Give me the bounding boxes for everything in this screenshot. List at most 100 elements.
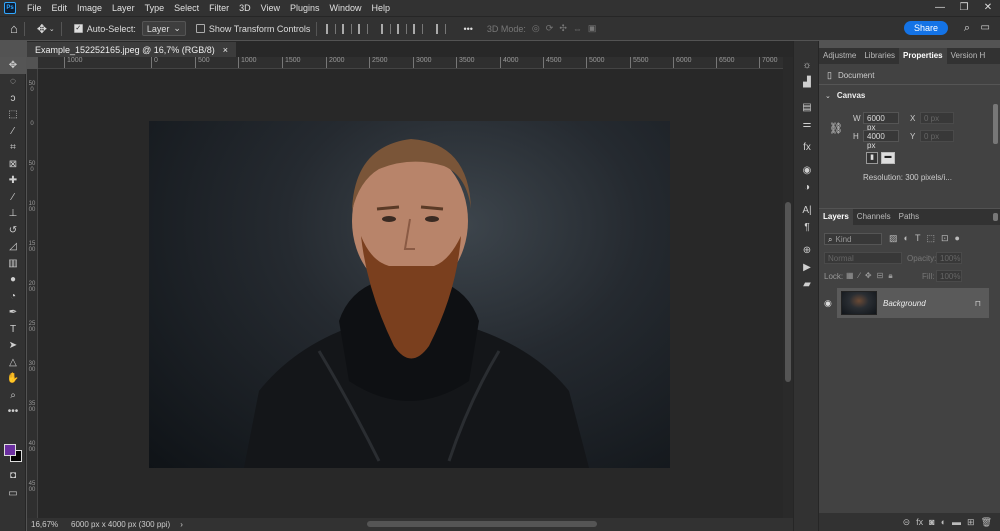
- home-icon[interactable]: ⌂: [10, 21, 18, 36]
- show-transform-checkbox[interactable]: Show Transform Controls: [195, 24, 310, 34]
- status-arrow-icon[interactable]: ›: [180, 520, 183, 529]
- actions-icon[interactable]: ◑: [794, 179, 820, 196]
- brush-settings-icon[interactable]: ▤: [794, 99, 820, 116]
- fx-icon[interactable]: fx: [794, 139, 820, 156]
- stamp-tool-icon[interactable]: ⊥: [0, 206, 26, 223]
- tab-layers[interactable]: Layers: [819, 209, 853, 225]
- lock-icon[interactable]: ⊓: [975, 299, 981, 308]
- close-icon[interactable]: ✕: [976, 0, 1000, 16]
- adjustment-filter-icon[interactable]: ◐: [904, 233, 909, 244]
- menu-filter[interactable]: Filter: [204, 3, 234, 13]
- pen-tool-icon[interactable]: ✒: [0, 305, 26, 322]
- zoom-tool-icon[interactable]: ⌕: [0, 387, 26, 404]
- move-tool-icon[interactable]: ✥: [37, 22, 47, 36]
- histogram-icon[interactable]: ▟: [794, 74, 820, 91]
- restore-icon[interactable]: ❐: [952, 0, 976, 16]
- menu-type[interactable]: Type: [140, 3, 170, 13]
- comments-icon[interactable]: ▰: [794, 276, 820, 293]
- menu-3d[interactable]: 3D: [234, 3, 256, 13]
- layer-row[interactable]: Background ⊓: [837, 288, 989, 318]
- x-input[interactable]: 0 px: [920, 112, 954, 124]
- zoom-level[interactable]: 16,67%: [31, 520, 67, 529]
- tab-adjustments[interactable]: Adjustme: [819, 48, 860, 64]
- hand-tool-icon[interactable]: ✋: [0, 371, 26, 388]
- scale-3d-icon[interactable]: ▣: [588, 23, 597, 34]
- menu-view[interactable]: View: [256, 3, 285, 13]
- frame-tool-icon[interactable]: ⊠: [0, 156, 26, 173]
- quick-mask-icon[interactable]: ◘: [0, 467, 26, 484]
- menu-image[interactable]: Image: [72, 3, 107, 13]
- opacity-input[interactable]: 100%: [936, 252, 962, 264]
- scrollbar-thumb[interactable]: [785, 202, 791, 382]
- document-image[interactable]: [149, 121, 670, 468]
- eyedropper-tool-icon[interactable]: ⁄: [0, 123, 26, 140]
- lock-transparent-icon[interactable]: ▦: [846, 271, 854, 281]
- auto-select-checkbox[interactable]: ✓ Auto-Select:: [73, 24, 136, 34]
- auto-select-target-dropdown[interactable]: Layer ⌄: [141, 21, 186, 36]
- marquee-tool-icon[interactable]: ◌: [0, 74, 26, 91]
- move-tool-icon[interactable]: ✥: [0, 57, 26, 74]
- new-layer-icon[interactable]: ⊞: [967, 517, 975, 528]
- play-icon[interactable]: ▶: [794, 259, 820, 276]
- smart-object-filter-icon[interactable]: ⊡: [941, 233, 949, 244]
- tab-libraries[interactable]: Libraries: [860, 48, 899, 64]
- new-group-icon[interactable]: ▬: [952, 517, 961, 527]
- menu-select[interactable]: Select: [169, 3, 204, 13]
- foreground-color-swatch[interactable]: [4, 444, 16, 456]
- search-icon[interactable]: ⌕: [964, 22, 970, 35]
- align-bottom-icon[interactable]: [413, 23, 424, 34]
- fx-icon[interactable]: fx: [916, 517, 923, 527]
- paragraph-icon[interactable]: ¶: [794, 219, 820, 236]
- screen-mode-icon[interactable]: ▭: [0, 485, 26, 502]
- menu-plugins[interactable]: Plugins: [285, 3, 325, 13]
- kind-filter-dropdown[interactable]: ⌕ Kind: [824, 233, 882, 245]
- blur-tool-icon[interactable]: ●: [0, 272, 26, 289]
- blend-mode-dropdown[interactable]: Normal: [824, 252, 902, 264]
- share-button[interactable]: Share: [903, 21, 948, 35]
- more-options-button[interactable]: •••: [463, 24, 472, 34]
- landscape-orientation-icon[interactable]: ▬: [881, 152, 895, 164]
- shape-filter-icon[interactable]: ⬚: [926, 233, 935, 244]
- workspace-icon[interactable]: ▭: [981, 22, 990, 33]
- layers-scrollbar[interactable]: [993, 213, 998, 221]
- filter-toggle-icon[interactable]: ●: [955, 233, 960, 244]
- more-tools-icon[interactable]: •••: [0, 404, 26, 421]
- align-right-icon[interactable]: [358, 23, 369, 34]
- history-icon[interactable]: ◉: [794, 162, 820, 179]
- character-icon[interactable]: A|: [794, 202, 820, 219]
- align-middle-icon[interactable]: [397, 23, 408, 34]
- minimize-icon[interactable]: —: [928, 0, 952, 16]
- object-selection-tool-icon[interactable]: ⬚: [0, 107, 26, 124]
- link-icon[interactable]: ⛓: [829, 122, 843, 135]
- tab-properties[interactable]: Properties: [899, 48, 947, 64]
- adjustment-layer-icon[interactable]: ◐: [941, 517, 946, 527]
- distribute-icon[interactable]: [436, 23, 447, 34]
- menu-help[interactable]: Help: [367, 3, 396, 13]
- add-mask-icon[interactable]: ◙: [929, 517, 934, 527]
- brush-tool-icon[interactable]: ∕: [0, 189, 26, 206]
- lock-all-icon[interactable]: 🔒︎: [888, 271, 892, 281]
- layer-name[interactable]: Background: [883, 299, 975, 308]
- history-brush-tool-icon[interactable]: ↺: [0, 222, 26, 239]
- eye-icon[interactable]: ◉: [824, 298, 832, 309]
- sliders-icon[interactable]: ⚌: [794, 116, 820, 133]
- chevron-down-icon[interactable]: ⌄: [49, 25, 55, 33]
- adjustments-icon[interactable]: ☼: [794, 57, 820, 74]
- crop-tool-icon[interactable]: ⌗: [0, 140, 26, 157]
- tab-paths[interactable]: Paths: [895, 209, 923, 225]
- y-input[interactable]: 0 px: [920, 130, 954, 142]
- align-top-icon[interactable]: [381, 23, 392, 34]
- type-filter-icon[interactable]: T: [915, 233, 921, 244]
- document-info[interactable]: 6000 px x 4000 px (300 ppi): [71, 520, 170, 529]
- chevron-down-icon[interactable]: ⌄: [825, 92, 831, 100]
- color-swatches[interactable]: [4, 444, 24, 464]
- lock-position-icon[interactable]: ✥: [865, 271, 872, 281]
- roll-3d-icon[interactable]: ⟳: [546, 23, 554, 34]
- properties-scrollbar[interactable]: [993, 104, 998, 144]
- trash-icon[interactable]: 🗑︎: [981, 517, 992, 528]
- dodge-tool-icon[interactable]: ◔: [0, 288, 26, 305]
- vertical-scrollbar[interactable]: [783, 57, 793, 518]
- gradient-tool-icon[interactable]: ▥: [0, 255, 26, 272]
- tab-version-history[interactable]: Version H: [947, 48, 990, 64]
- clone-source-icon[interactable]: ⊕: [794, 242, 820, 259]
